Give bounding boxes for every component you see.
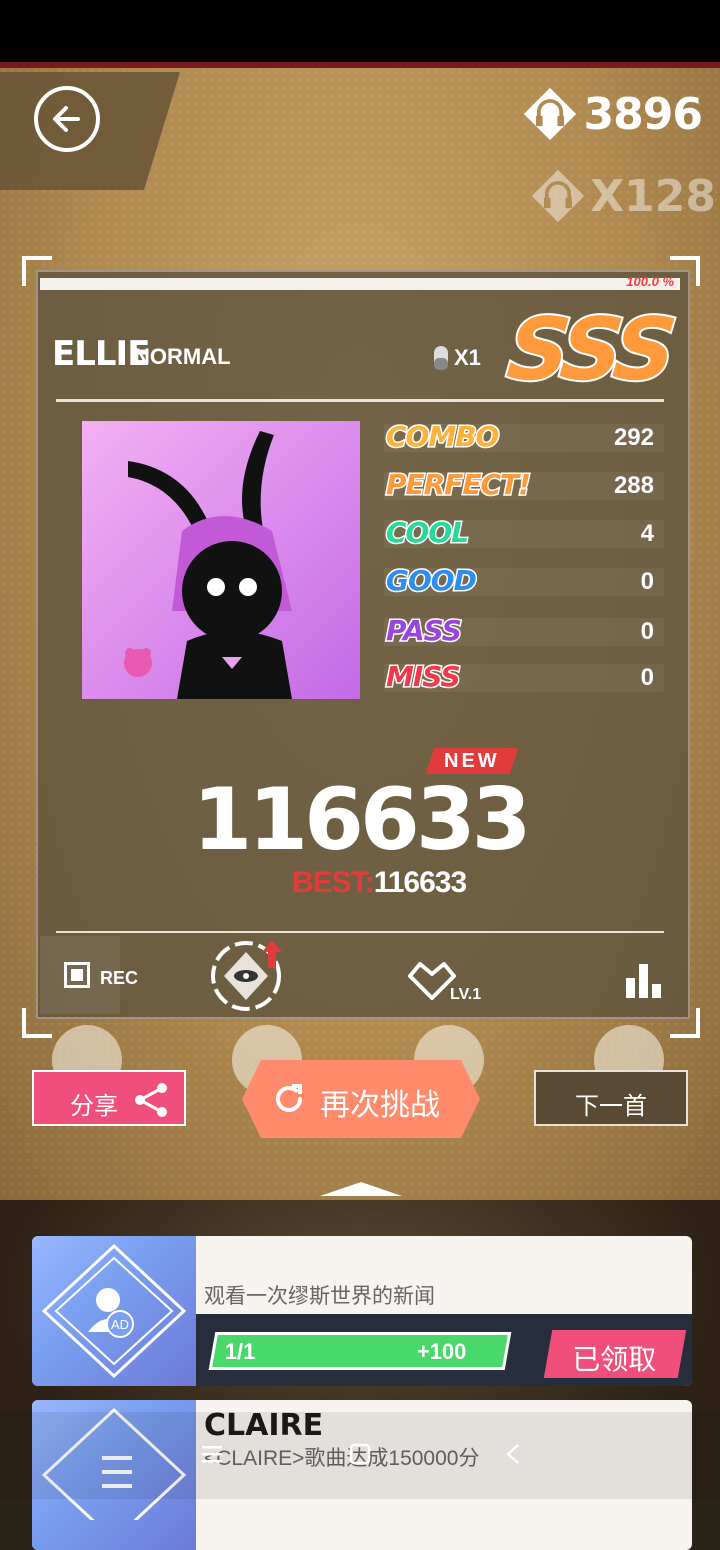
menu-nav-button[interactable] <box>200 1442 240 1470</box>
divider <box>56 399 664 402</box>
home-nav-button[interactable] <box>348 1442 388 1470</box>
divider <box>56 931 664 933</box>
task-progress-value: 1/1 <box>224 1339 256 1364</box>
multiplier-counter: X128 <box>530 168 716 224</box>
share-button[interactable]: 分享 <box>32 1070 186 1126</box>
claim-button[interactable]: 已领取 <box>543 1330 687 1378</box>
stat-value: 0 <box>640 618 654 645</box>
next-label: 下一首 <box>575 1093 647 1120</box>
best-value: 116633 <box>373 866 467 899</box>
best-label: BEST: <box>292 866 375 899</box>
svg-text:AD: AD <box>111 1317 129 1332</box>
back-button[interactable] <box>34 86 100 152</box>
stat-label: GOOD <box>385 563 479 599</box>
level-button[interactable]: LV.1 <box>406 958 486 1008</box>
stat-value: 4 <box>640 520 654 547</box>
status-bar <box>0 0 720 62</box>
stat-label: COOL <box>385 515 471 551</box>
stat-row: MISS 0 <box>384 659 664 696</box>
task-card: AD 观看一次缪斯世界的新闻 1/1 +100 已领取 <box>32 1236 692 1386</box>
back-arrow-icon <box>53 106 80 132</box>
ranking-button[interactable] <box>624 960 664 1000</box>
stat-value: 288 <box>613 472 654 499</box>
task-progress-bar: 1/1 +100 <box>208 1332 512 1370</box>
song-cover-art <box>82 421 360 699</box>
currency-counter: 3896 <box>522 86 703 142</box>
grade-rank: SSS <box>501 298 677 402</box>
refresh-icon <box>276 1084 302 1112</box>
next-song-button[interactable]: 下一首 <box>534 1070 688 1126</box>
currency-value: 3896 <box>583 88 703 140</box>
task-reward: +100 <box>417 1339 467 1364</box>
record-label: REC <box>100 968 139 988</box>
best-score: BEST:116633 <box>292 866 467 900</box>
retry-button[interactable]: 再次挑战 <box>242 1060 480 1138</box>
multiplier-value: X128 <box>590 170 716 222</box>
ad-user-icon: AD <box>41 1243 187 1379</box>
stat-value: 292 <box>613 424 654 451</box>
retry-label: 再次挑战 <box>320 1089 440 1122</box>
bar-chart-icon <box>626 964 661 998</box>
stat-row: COOL 4 <box>384 515 664 552</box>
share-icon <box>135 1083 167 1117</box>
stat-row: COMBO 292 <box>384 419 664 456</box>
record-icon <box>64 962 90 988</box>
lives-counter: X1 <box>432 344 481 372</box>
claim-label: 已领取 <box>572 1344 657 1375</box>
stat-label: PERFECT! <box>385 467 533 503</box>
stat-label: PASS <box>385 613 464 649</box>
level-label: LV.1 <box>450 986 482 1003</box>
score-value: 116633 <box>192 770 531 870</box>
stat-value: 0 <box>640 568 654 595</box>
lives-value: X1 <box>454 345 481 370</box>
back-nav-button[interactable] <box>502 1442 542 1470</box>
menu-icon <box>202 1446 222 1463</box>
stat-row: GOOD 0 <box>384 563 664 600</box>
stat-row: PASS 0 <box>384 613 664 650</box>
home-square-icon <box>349 1443 371 1465</box>
eye-effect-button[interactable] <box>210 938 282 1011</box>
task-description: 观看一次缪斯世界的新闻 <box>204 1285 435 1308</box>
eye-hexagon-icon <box>211 940 282 1011</box>
capsule-icon <box>434 346 448 370</box>
system-nav-bar <box>0 1412 720 1499</box>
headphone-coin-icon <box>532 169 585 223</box>
share-label: 分享 <box>70 1093 118 1120</box>
song-progress-bar: 100.0 % <box>40 274 680 290</box>
progress-fill <box>40 278 680 290</box>
task-thumbnail: AD <box>32 1236 196 1386</box>
stat-row: PERFECT! 288 <box>384 467 664 504</box>
stat-label: MISS <box>385 659 463 695</box>
stat-value: 0 <box>640 664 654 691</box>
progress-label: 100.0 % <box>626 274 674 289</box>
back-chevron-icon <box>506 1444 519 1464</box>
record-button[interactable]: REC <box>40 936 138 1014</box>
stat-label: COMBO <box>384 419 500 455</box>
difficulty-label: NORMAL <box>134 344 231 369</box>
headphone-coin-icon <box>523 87 576 141</box>
